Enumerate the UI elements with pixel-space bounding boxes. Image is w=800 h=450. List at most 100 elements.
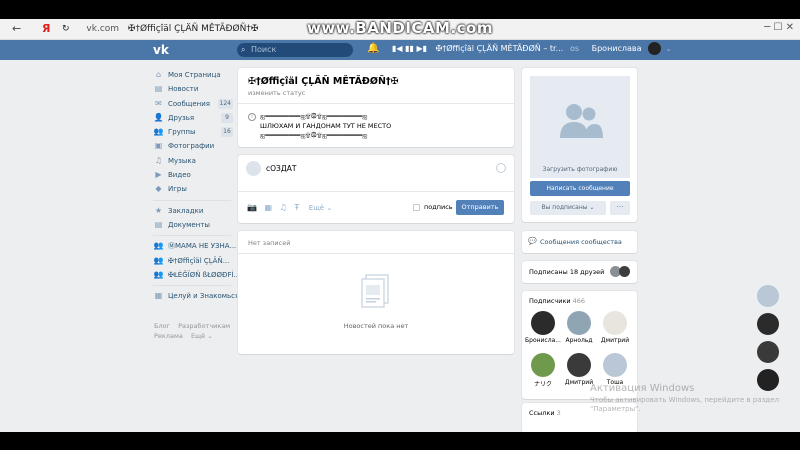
change-status-link[interactable]: изменить статус	[248, 89, 305, 97]
sidebar-item-label: Друзья	[168, 113, 195, 122]
sidebar-item[interactable]: ⌂ Моя Страница	[153, 68, 231, 82]
sidebar-item-label: Видео	[168, 171, 191, 180]
avatar	[619, 266, 630, 277]
links-title[interactable]: Ссылки 3	[529, 409, 561, 417]
profile-card: ✠†Øffiçîäl ÇĻÄÑ MĚTÃĐØÑ†✠ изменить стату…	[238, 68, 514, 147]
divider	[238, 103, 514, 104]
sidebar-item[interactable]: 👤 Друзья 9	[153, 111, 233, 125]
subscriber-name: Арнольд	[565, 337, 593, 344]
more-attachments-button[interactable]: Ещё ⌄	[309, 204, 332, 212]
sidebar-item-label: Документы	[168, 220, 210, 229]
menu-icon: ▤	[154, 219, 163, 229]
sidebar-item[interactable]: ▶ Видео	[153, 168, 231, 182]
links-count: 3	[556, 409, 561, 417]
screen: ← Я ↻ vk.com ✠†Øffiçîäl ÇĻÄÑ MĚTÃĐØÑ†✠ ─…	[0, 0, 800, 450]
write-message-button[interactable]: Написать сообщение	[530, 181, 630, 196]
subscriber[interactable]: Дмитрий	[597, 311, 633, 344]
info-icon: i	[248, 113, 256, 121]
subscriber[interactable]: Дмитрий	[561, 353, 597, 386]
avatar[interactable]	[757, 313, 779, 335]
photo-placeholder[interactable]: Загрузить фотографию	[530, 76, 630, 178]
avatar	[246, 161, 261, 176]
friends-subscribed-label[interactable]: Подписаны 18 друзей	[529, 268, 604, 276]
sidebar-item[interactable]: 👥 ✠ŁÈĜÏØŇ ßŁØØĐFÌ...	[153, 268, 241, 282]
post-composer: сОЗДАТ 📷 ▦ ♫ Ŧ Ещё ⌄ подпись Отправить	[238, 155, 514, 223]
user-menu[interactable]: os Бронислава ⌄	[570, 42, 672, 55]
player-track-title[interactable]: ✠†Øffiçîäl ÇĻÄÑ MĚTÃĐØÑ – tr...	[436, 44, 564, 53]
bell-icon[interactable]: 🔔	[367, 43, 379, 54]
footer-links: Блог Разработчикам Реклама Ещё ⌄	[154, 321, 236, 341]
profile-info-line: ஐ═════════ஐ۩۞۩ஐ═════════ஐ	[260, 112, 368, 120]
menu-icon: ▤	[154, 84, 163, 94]
menu-icon: ★	[154, 205, 163, 215]
menu-icon: 👥	[153, 269, 164, 279]
text-icon[interactable]: Ŧ	[294, 203, 299, 212]
upload-photo-label[interactable]: Загрузить фотографию	[530, 166, 630, 173]
subscribers-title-text: Подписчики	[529, 297, 571, 305]
music-icon[interactable]: ♫	[280, 203, 287, 212]
more-actions-button[interactable]: ···	[610, 201, 630, 215]
sidebar-item[interactable]: ◆ Игры	[153, 182, 231, 196]
profile-name: ✠†Øffiçîäl ÇĻÄÑ MĚTÃĐØÑ†✠	[248, 76, 399, 87]
count-badge: 9	[221, 112, 233, 123]
avatar[interactable]	[757, 341, 779, 363]
user-name: Бронислава	[591, 44, 642, 53]
vk-header: vk ⌕ Поиск 🔔 ▮◀ ▮▮ ▶▮ ✠†Øffiçîäl ÇĻÄÑ MĚ…	[0, 40, 800, 60]
player-controls[interactable]: ▮◀ ▮▮ ▶▮	[392, 44, 427, 53]
avatar	[603, 353, 627, 377]
avatar[interactable]	[757, 285, 779, 307]
sidebar-item[interactable]: ▣ Фотографии	[153, 139, 231, 153]
subscriber[interactable]: ナリク	[525, 353, 561, 388]
menu-icon: ▶	[155, 170, 162, 180]
sidebar-item[interactable]: ▤ Документы	[153, 218, 231, 232]
grid-icon[interactable]: ▦	[265, 203, 273, 212]
menu-icon: ♫	[154, 155, 163, 165]
subscriber[interactable]: Тоша	[597, 353, 633, 386]
windows-activation-text: Чтобы активировать Windows, перейдите в …	[590, 396, 779, 414]
sidebar-item[interactable]: ★ Закладки	[153, 204, 231, 218]
subscriber[interactable]: Бронисла...	[525, 311, 561, 344]
menu-divider	[153, 235, 231, 237]
avatar	[531, 311, 555, 335]
sidebar-item[interactable]: 👥 ⓂМАМА НЕ УЗНА...	[153, 239, 237, 253]
sidebar-item-label: ✠ŁÈĜÏØŇ ßŁØØĐFÌ...	[168, 270, 241, 279]
community-messages-label[interactable]: Сообщения сообщества	[540, 238, 622, 246]
community-messages-card[interactable]: 💬 Сообщения сообщества	[522, 231, 637, 253]
subscribers-title[interactable]: Подписчики 466	[529, 297, 585, 305]
sidebar-item[interactable]: ▦ Целуй и Знакомься	[153, 289, 240, 303]
footer-link-dev[interactable]: Разработчикам	[178, 322, 230, 330]
sidebar-item[interactable]: ♫ Музыка	[153, 154, 231, 168]
footer-link-more[interactable]: Ещё ⌄	[191, 332, 213, 340]
emoji-icon[interactable]	[496, 163, 506, 173]
menu-icon: ✉	[155, 98, 162, 108]
windows-activation-line: Чтобы активировать Windows, перейдите в …	[590, 396, 779, 404]
subscribers-count: 466	[572, 297, 586, 305]
header-misc-text: os	[570, 44, 580, 53]
send-button[interactable]: Отправить	[456, 200, 504, 215]
audio-player[interactable]: ▮◀ ▮▮ ▶▮ ✠†Øffiçîäl ÇĻÄÑ MĚTÃĐØÑ – tr...	[392, 44, 563, 53]
camera-icon[interactable]: 📷	[247, 203, 257, 212]
wall: Нет записей Новостей пока нет	[238, 231, 514, 354]
search-input[interactable]: ⌕ Поиск	[237, 43, 353, 57]
subscribed-button[interactable]: Вы подписаны ⌄	[530, 201, 606, 215]
sidebar-item[interactable]: ✉ Сообщения 124	[153, 97, 233, 111]
sidebar-item[interactable]: 👥 ✠†Øffiçîäl ÇĻÄÑ...	[153, 254, 231, 268]
avatar	[531, 353, 555, 377]
subscriber-name: Дмитрий	[600, 337, 630, 344]
checkbox-icon	[413, 203, 420, 211]
post-input[interactable]: сОЗДАТ	[266, 164, 296, 173]
vk-logo[interactable]: vk	[152, 43, 174, 57]
recording-bar-bottom	[0, 432, 800, 450]
sidebar-item-label: Группы	[168, 128, 196, 137]
subscriber[interactable]: Арнольд	[561, 311, 597, 344]
footer-link-blog[interactable]: Блог	[154, 322, 170, 330]
divider	[238, 191, 514, 192]
friends-subscribed-card[interactable]: Подписаны 18 друзей	[522, 261, 637, 283]
signature-checkbox[interactable]: подпись	[413, 203, 453, 211]
sidebar-item-label: Сообщения	[168, 99, 211, 108]
sidebar-item-label: Новости	[168, 85, 199, 94]
sidebar-item[interactable]: ▤ Новости	[153, 82, 231, 96]
footer-link-ads[interactable]: Реклама	[154, 332, 183, 340]
sidebar-item[interactable]: 👥 Группы 16	[153, 125, 233, 139]
avatar[interactable]	[757, 369, 779, 391]
